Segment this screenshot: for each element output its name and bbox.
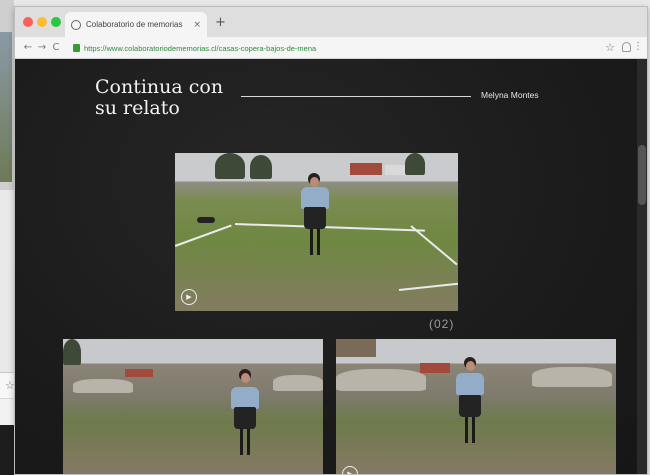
video-thumbnail-2[interactable]: ▶	[336, 339, 616, 474]
video-thumbnail-main[interactable]: ▶	[175, 153, 458, 311]
maximize-window-button[interactable]	[51, 17, 61, 27]
address-bar[interactable]: https://www.colaboratoriodememorias.cl/c…	[73, 40, 613, 56]
menu-icon[interactable]: ⋮	[633, 41, 643, 52]
tab-active[interactable]: Colaboratorio de memorias ×	[65, 12, 207, 37]
tab-bar: Colaboratorio de memorias × +	[15, 7, 647, 37]
person-head	[241, 373, 250, 383]
play-icon[interactable]: ▶	[342, 466, 358, 474]
person-legs	[240, 429, 250, 455]
forward-button[interactable]: →	[35, 42, 49, 53]
page-scrollbar[interactable]	[637, 59, 647, 474]
reload-button[interactable]: C	[49, 42, 63, 53]
photo-tire	[197, 217, 215, 223]
person-dress	[459, 395, 481, 417]
tab-title: Colaboratorio de memorias	[86, 20, 183, 29]
person-legs	[310, 229, 320, 255]
photo-building	[420, 363, 450, 373]
url-text[interactable]: https://www.colaboratoriodememorias.cl/c…	[84, 44, 316, 53]
chalk-line	[410, 225, 458, 266]
person-legs	[465, 417, 475, 443]
photo-tree	[215, 153, 245, 179]
photo-rubble	[336, 369, 426, 391]
person-jacket	[456, 373, 484, 395]
person-jacket	[231, 387, 259, 409]
background-window-left	[0, 0, 14, 190]
browser-window: Colaboratorio de memorias × + ← → C http…	[14, 6, 648, 475]
close-window-button[interactable]	[23, 17, 33, 27]
photo-tree	[250, 155, 272, 179]
bookmark-star-icon[interactable]: ☆	[605, 41, 615, 54]
photo-building	[125, 369, 153, 377]
lock-icon	[73, 44, 80, 52]
photo-rubble	[273, 375, 323, 391]
photo-rubble	[532, 367, 612, 387]
chalk-line	[398, 282, 458, 291]
author-name: Melyna Montes	[481, 90, 539, 100]
heading-divider	[241, 96, 471, 97]
browser-toolbar: ← → C https://www.colaboratoriodememoria…	[15, 37, 647, 59]
person-head	[466, 361, 475, 371]
person-dress	[304, 207, 326, 229]
photo-building	[350, 163, 382, 175]
video-thumbnail-1[interactable]	[63, 339, 323, 474]
photo-tree	[63, 339, 81, 365]
play-icon[interactable]: ▶	[181, 289, 197, 305]
photo-building	[385, 165, 405, 175]
back-button[interactable]: ←	[21, 42, 35, 53]
minimize-window-button[interactable]	[37, 17, 47, 27]
page-content: Continua con su relato Melyna Montes ▶ (…	[15, 59, 647, 474]
scrollbar-thumb[interactable]	[638, 145, 646, 205]
person-head	[310, 177, 319, 187]
chalk-line	[175, 224, 232, 247]
close-tab-icon[interactable]: ×	[193, 20, 201, 30]
chalk-line	[234, 223, 425, 232]
person-dress	[234, 407, 256, 429]
person-jacket	[301, 187, 329, 209]
favicon-icon	[71, 19, 81, 30]
background-photo	[0, 32, 12, 182]
photo-tree	[405, 153, 425, 175]
extension-icon[interactable]	[622, 42, 631, 52]
photo-rubble	[73, 379, 133, 393]
photo-building	[336, 339, 376, 357]
page-heading: Continua con su relato	[95, 76, 224, 119]
new-tab-button[interactable]: +	[215, 15, 226, 30]
slide-counter: (02)	[429, 317, 455, 331]
